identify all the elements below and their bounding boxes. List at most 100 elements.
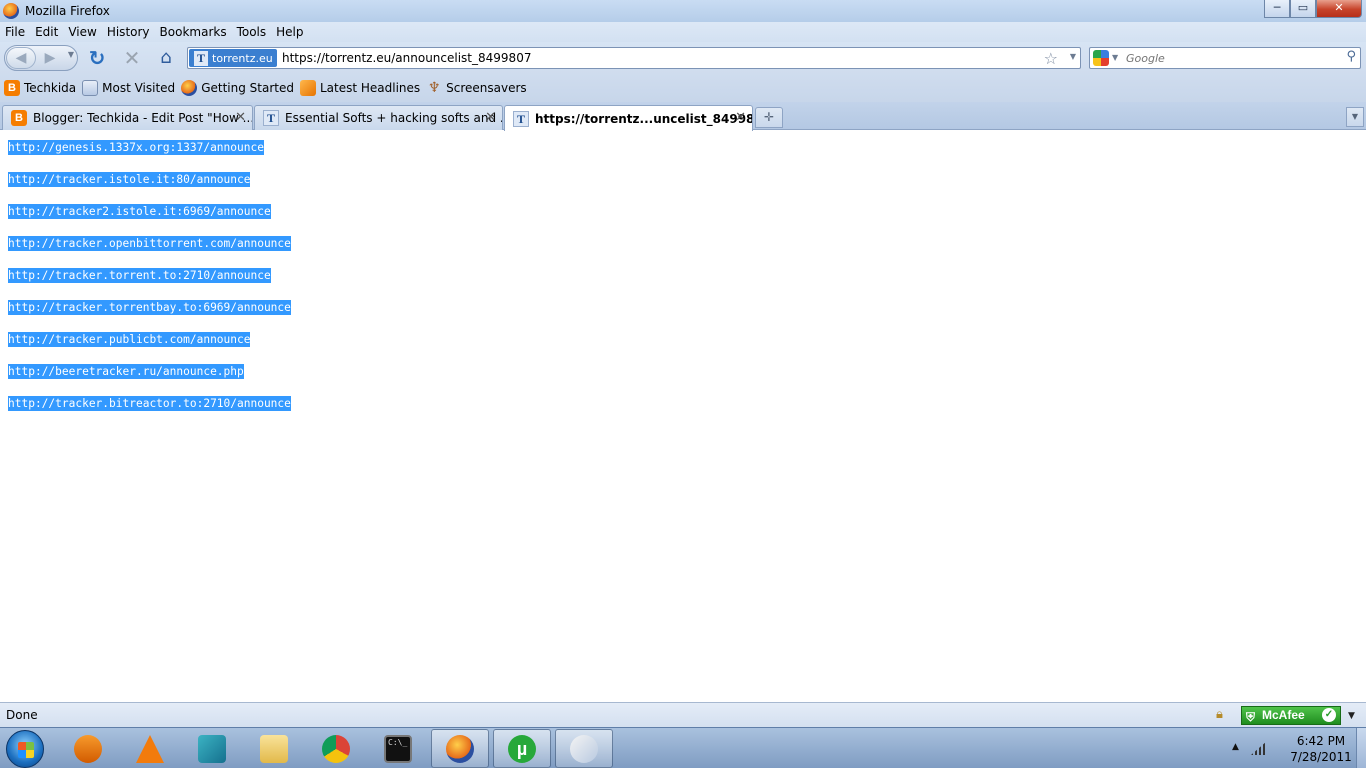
bookmark-screensavers[interactable]: ♆ Screensavers	[426, 80, 527, 96]
rss-icon	[299, 80, 316, 96]
site-identity-label: torrentz.eu	[212, 51, 273, 65]
minimize-button[interactable]: ─	[1264, 0, 1290, 18]
list-item: http://tracker.bitreactor.to:2710/announ…	[8, 396, 291, 428]
bookmark-most-visited[interactable]: Most Visited	[82, 80, 175, 96]
tracker-url[interactable]: http://tracker.istole.it:80/announce	[8, 172, 251, 187]
taskbar-explorer[interactable]	[245, 729, 303, 768]
page-content: http://genesis.1337x.org:1337/announce h…	[0, 130, 1366, 702]
search-bar: ▼ ⚲	[1089, 47, 1361, 69]
torrentz-icon: T	[194, 50, 208, 66]
new-tab-button[interactable]: ✛	[755, 107, 783, 128]
bookmark-label: Latest Headlines	[319, 81, 421, 95]
menu-edit[interactable]: Edit	[30, 25, 63, 39]
bookmark-star-icon[interactable]: ☆	[1044, 49, 1058, 68]
taskbar-registry[interactable]	[183, 729, 241, 768]
tracker-list: http://genesis.1337x.org:1337/announce h…	[8, 140, 291, 428]
list-item: http://tracker.openbittorrent.com/announ…	[8, 236, 291, 268]
close-tab-icon[interactable]: ✕	[485, 110, 496, 125]
menu-view[interactable]: View	[63, 25, 101, 39]
taskbar-chrome[interactable]	[307, 729, 365, 768]
status-bar: Done 🔒︎ ⛨ McAfee ✓ ▼	[0, 702, 1366, 727]
mcafee-dropdown-icon[interactable]: ▼	[1348, 711, 1355, 721]
menu-tools[interactable]: Tools	[232, 25, 272, 39]
menu-help[interactable]: Help	[271, 25, 308, 39]
forward-button[interactable]: ▶	[39, 48, 61, 68]
clock-date[interactable]: 7/28/2011	[1286, 750, 1356, 764]
bookmark-techkida[interactable]: B Techkida	[4, 80, 76, 96]
tracker-url[interactable]: http://tracker.publicbt.com/announce	[8, 332, 251, 347]
bookmark-latest-headlines[interactable]: Latest Headlines	[299, 80, 421, 96]
command-prompt-icon: C:\_	[384, 734, 412, 763]
list-item: http://tracker.torrent.to:2710/announce	[8, 268, 291, 300]
show-desktop-button[interactable]	[1356, 728, 1366, 768]
vlc-icon	[136, 734, 164, 763]
taskbar-vlc[interactable]	[121, 729, 179, 768]
clock-time[interactable]: 6:42 PM	[1286, 734, 1356, 748]
torrentz-icon: T	[513, 110, 529, 127]
back-button[interactable]: ◀	[6, 47, 36, 69]
url-dropdown-icon[interactable]: ▼	[1070, 52, 1076, 61]
firefox-icon	[3, 3, 19, 19]
home-button[interactable]: ⌂	[155, 47, 177, 69]
maximize-button[interactable]: ▭	[1290, 0, 1316, 18]
system-tray: ▲ 6:42 PM 7/28/2011	[1226, 728, 1366, 768]
taskbar-firefox[interactable]	[431, 729, 489, 768]
site-identity-button[interactable]: T torrentz.eu	[189, 49, 277, 67]
history-dropdown-icon[interactable]: ▼	[65, 50, 77, 59]
tab-list-dropdown-icon[interactable]: ▼	[1346, 107, 1364, 127]
tracker-url[interactable]: http://tracker.openbittorrent.com/announ…	[8, 236, 291, 251]
tracker-url[interactable]: http://beeretracker.ru/announce.php	[8, 364, 244, 379]
tracker-url[interactable]: http://genesis.1337x.org:1337/announce	[8, 140, 264, 155]
list-item: http://tracker.istole.it:80/announce	[8, 172, 291, 204]
mcafee-button[interactable]: ⛨ McAfee ✓	[1241, 706, 1341, 725]
blogger-icon: B	[4, 80, 20, 96]
window-controls: ─ ▭ ✕	[1264, 0, 1362, 18]
chrome-icon	[322, 734, 350, 763]
taskbar-media-player[interactable]	[59, 729, 117, 768]
tab-essential-softs[interactable]: T Essential Softs + hacking softs and ..…	[254, 105, 503, 130]
menu-bar: File Edit View History Bookmarks Tools H…	[0, 22, 1366, 42]
engine-dropdown-icon[interactable]: ▼	[1112, 53, 1118, 62]
taskbar-paint[interactable]	[555, 729, 613, 768]
stop-button[interactable]: ✕	[121, 47, 143, 69]
tracker-url[interactable]: http://tracker2.istole.it:6969/announce	[8, 204, 271, 219]
tab-announcelist[interactable]: T https://torrentz...uncelist_8499807 ✕	[504, 105, 753, 131]
show-hidden-icons-icon[interactable]: ▲	[1232, 742, 1239, 752]
bookmark-label: Getting Started	[201, 81, 294, 95]
url-input[interactable]: https://torrentz.eu/announcelist_8499807	[282, 51, 531, 65]
most-visited-icon	[82, 80, 99, 96]
mcafee-label: McAfee	[1262, 708, 1305, 722]
tab-blogger[interactable]: B Blogger: Techkida - Edit Post "How ...…	[2, 105, 253, 130]
menu-history[interactable]: History	[102, 25, 155, 39]
start-button[interactable]	[6, 730, 44, 768]
menu-file[interactable]: File	[0, 25, 30, 39]
network-signal-icon[interactable]	[1251, 741, 1267, 755]
lock-icon[interactable]: 🔒︎	[1216, 707, 1230, 723]
google-icon[interactable]	[1093, 50, 1109, 66]
status-text: Done	[6, 708, 38, 722]
bookmark-label: Most Visited	[102, 81, 176, 95]
firefox-icon	[181, 80, 198, 96]
screensavers-icon: ♆	[427, 80, 441, 96]
menu-bookmarks[interactable]: Bookmarks	[155, 25, 232, 39]
close-tab-icon[interactable]: ✕	[235, 110, 246, 125]
window-title: Mozilla Firefox	[25, 4, 110, 18]
tab-strip: B Blogger: Techkida - Edit Post "How ...…	[0, 102, 1366, 131]
search-icon[interactable]: ⚲	[1346, 49, 1356, 64]
blogger-icon: B	[11, 110, 27, 126]
tracker-url[interactable]: http://tracker.torrent.to:2710/announce	[8, 268, 271, 283]
list-item: http://tracker.torrentbay.to:6969/announ…	[8, 300, 291, 332]
tracker-url[interactable]: http://tracker.torrentbay.to:6969/announ…	[8, 300, 291, 315]
tracker-url[interactable]: http://tracker.bitreactor.to:2710/announ…	[8, 396, 291, 411]
taskbar-utorrent[interactable]: µ	[493, 729, 551, 768]
list-item: http://tracker.publicbt.com/announce	[8, 332, 291, 364]
search-input[interactable]	[1126, 50, 1336, 66]
back-forward-group: ◀ ▶ ▼	[4, 45, 78, 71]
reload-button[interactable]: ↻	[86, 47, 108, 69]
title-bar: Mozilla Firefox ─ ▭ ✕	[0, 0, 1366, 22]
url-bar[interactable]: T torrentz.eu https://torrentz.eu/announ…	[187, 47, 1081, 69]
taskbar-cmd[interactable]: C:\_	[369, 729, 427, 768]
close-tab-icon[interactable]: ✕	[735, 110, 746, 125]
close-button[interactable]: ✕	[1316, 0, 1362, 18]
bookmark-getting-started[interactable]: Getting Started	[181, 80, 294, 96]
